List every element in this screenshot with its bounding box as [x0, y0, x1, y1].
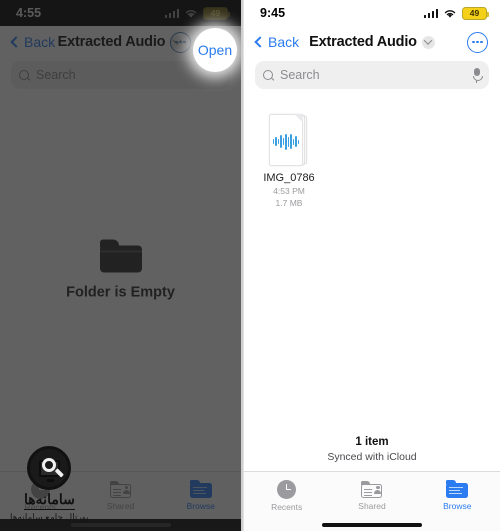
- audio-waveform-document-icon: [269, 114, 309, 166]
- wifi-icon: [444, 9, 456, 18]
- right-home-indicator: [244, 519, 500, 531]
- clock-icon: [277, 479, 297, 499]
- tab-browse[interactable]: Browse: [415, 480, 500, 511]
- right-back-button[interactable]: Back: [254, 34, 300, 50]
- tab-browse[interactable]: Browse: [161, 480, 241, 511]
- right-page-title: Extracted Audio: [309, 34, 417, 50]
- right-nav-right-group: [467, 31, 488, 53]
- right-status-time: 9:45: [260, 6, 286, 20]
- battery-indicator: 49: [462, 6, 489, 20]
- folder-icon: [446, 480, 469, 498]
- clock-icon: [30, 479, 50, 499]
- right-nav-bar: Back Extracted Audio: [244, 26, 500, 58]
- file-name: IMG_0786: [263, 172, 315, 184]
- right-tab-bar: Recents Shared Browse: [244, 471, 500, 519]
- left-status-bar: 4:55 49: [0, 0, 241, 26]
- tab-shared-label: Shared: [358, 500, 386, 511]
- tab-browse-label: Browse: [186, 501, 215, 511]
- file-size: 1.7 MB: [275, 197, 303, 208]
- open-button-label: Open: [197, 42, 233, 58]
- chevron-left-icon: [254, 36, 266, 48]
- open-button-spotlight[interactable]: Open: [193, 28, 237, 72]
- search-icon: [19, 69, 30, 81]
- right-search-area: Search: [244, 58, 500, 98]
- left-back-button[interactable]: Back: [10, 34, 56, 50]
- left-home-indicator: [0, 519, 241, 531]
- file-grid: IMG_0786 4:53 PM 1.7 MB: [244, 98, 500, 210]
- right-status-bar: 9:45 49: [244, 0, 500, 26]
- file-time: 4:53 PM: [273, 185, 305, 196]
- signal-dots-icon: [164, 8, 179, 18]
- file-item[interactable]: IMG_0786 4:53 PM 1.7 MB: [258, 114, 320, 210]
- left-status-indicators: 49: [164, 6, 230, 20]
- tab-shared[interactable]: Shared: [329, 480, 414, 511]
- left-status-time: 4:55: [16, 6, 42, 20]
- microphone-icon[interactable]: [472, 67, 483, 83]
- left-phone-panel: 4:55 49 Back Extracted Audio Search Fold…: [0, 0, 243, 531]
- empty-folder-message: Folder is Empty: [66, 284, 175, 301]
- wifi-icon: [185, 9, 197, 18]
- shared-folder-icon: [361, 480, 383, 498]
- tab-recents[interactable]: Recents: [244, 479, 329, 512]
- right-phone-panel: 9:45 49 Back Extracted Audio Search IMG_…: [243, 0, 500, 531]
- tab-shared[interactable]: Shared: [80, 480, 160, 511]
- sync-status: Synced with iCloud: [327, 451, 417, 463]
- shared-folder-icon: [109, 480, 131, 498]
- folder-icon: [189, 480, 212, 498]
- folder-icon: [99, 239, 142, 273]
- tab-recents-label: Recents: [24, 501, 56, 512]
- tab-recents[interactable]: Recents: [0, 479, 80, 512]
- left-tab-bar: Recents Shared Browse: [0, 471, 241, 519]
- folder-footer-info: 1 item Synced with iCloud: [244, 436, 500, 463]
- tab-recents-label: Recents: [271, 501, 303, 512]
- screenshot-root: 4:55 49 Back Extracted Audio Search Fold…: [0, 0, 500, 531]
- signal-dots-icon: [423, 8, 438, 18]
- tab-shared-label: Shared: [106, 500, 135, 511]
- battery-indicator: 49: [203, 6, 230, 20]
- search-icon: [263, 69, 274, 81]
- left-search-input[interactable]: Search: [11, 61, 230, 89]
- empty-folder-state: Folder is Empty: [0, 239, 241, 300]
- right-status-indicators: 49: [423, 6, 489, 20]
- left-search-placeholder: Search: [36, 68, 76, 82]
- left-back-label: Back: [24, 34, 56, 50]
- left-content-area: Folder is Empty: [0, 98, 241, 471]
- right-search-input[interactable]: Search: [255, 61, 489, 89]
- right-back-label: Back: [268, 34, 300, 50]
- right-search-placeholder: Search: [280, 68, 320, 82]
- right-content-area: IMG_0786 4:53 PM 1.7 MB 1 item Synced wi…: [244, 98, 500, 471]
- chevron-down-icon[interactable]: [421, 35, 435, 49]
- tab-browse-label: Browse: [443, 501, 472, 511]
- ellipsis-icon[interactable]: [170, 31, 191, 53]
- left-page-title: Extracted Audio: [57, 34, 166, 50]
- ellipsis-icon[interactable]: [467, 31, 488, 53]
- chevron-left-icon: [10, 36, 22, 48]
- item-count: 1 item: [355, 436, 389, 448]
